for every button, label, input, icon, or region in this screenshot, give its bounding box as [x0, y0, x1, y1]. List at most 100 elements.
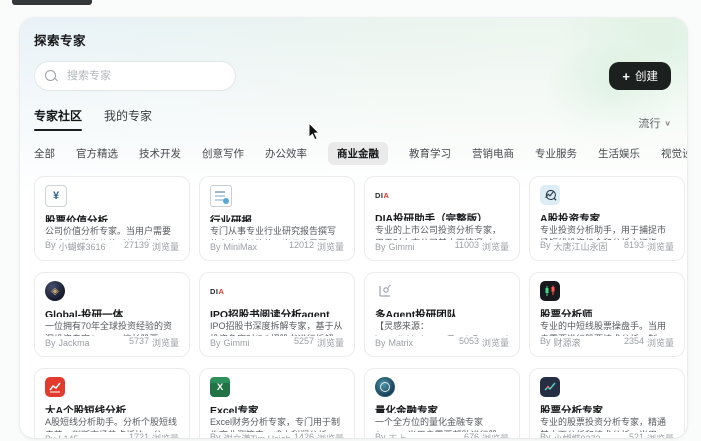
card-author: MiniMax: [223, 241, 258, 252]
chart-sketch-icon: [375, 281, 395, 301]
expert-card-grid: ¥ 股票价值分析 公司价值分析专家。当用户需要分析公司投资价值时使用此专家。请直…: [34, 176, 686, 438]
card-views: 2354 浏览量: [623, 336, 674, 348]
card-views: 12012 浏览量: [288, 240, 344, 252]
expert-card[interactable]: ¥ 股票价值分析 公司价值分析专家。当用户需要分析公司投资价值时使用此专家。请直…: [34, 176, 190, 261]
card-title: Excel专家: [210, 405, 259, 413]
expert-card[interactable]: 股票分析专家 专业的股票投资分析专家，精通基本面分析和技术分析。当用户需要分析股…: [529, 368, 685, 438]
category-business-finance[interactable]: 商业金融: [328, 142, 388, 165]
card-author: 小蝴蝶9273: [554, 432, 601, 438]
search-icon: [45, 70, 56, 81]
card-author: 大唐江山永固: [553, 242, 608, 252]
excel-green-icon: X: [210, 377, 230, 397]
card-views: 521浏览量: [628, 432, 674, 438]
card-description: 一位拥有70年全球投资经验的资深投资专家Agent。擅长股票、黄金、原油...: [45, 320, 177, 336]
value-stamp-icon: ¥: [45, 185, 67, 207]
card-author: 小蝴蝶3616: [58, 242, 106, 252]
card-description: 公司价值分析专家。当用户需要分析公司投资价值时使用此专家。请直接发...: [45, 225, 172, 240]
card-footer: By 小蝴蝶3616 27139 浏览量: [45, 240, 179, 252]
card-views: 676浏览量: [463, 432, 509, 438]
category-creative-writing[interactable]: 创意写作: [202, 146, 244, 161]
expert-card[interactable]: 股票分析师 专业的中短线股票操盘手。当用户需要进行股票技术分析、制定中短线交易.…: [529, 272, 685, 357]
candlestick-dark-icon: [540, 281, 560, 301]
card-title: 股票分析师: [540, 309, 593, 317]
card-title: A股投资专家: [540, 213, 601, 221]
card-title: IPO招股书阅读分析agent: [210, 309, 330, 317]
card-views: 1426浏览量: [293, 432, 344, 438]
category-marketing-ecommerce[interactable]: 营销电商: [472, 146, 514, 161]
category-education[interactable]: 教育学习: [409, 146, 451, 161]
kline-red-icon: [45, 377, 65, 397]
card-title: 行业研报: [210, 215, 252, 222]
card-title: 股票价值分析: [45, 215, 108, 222]
category-professional-services[interactable]: 专业服务: [535, 146, 577, 161]
card-description: 一个全方位的量化金融专家Agent。当用户需要帮助进行股票分析、市场数...: [375, 416, 507, 432]
expert-card[interactable]: 多Agent投研团队 【灵感来源： https://github.com/Tau…: [364, 272, 520, 357]
search-input-wrapper[interactable]: [34, 61, 236, 91]
category-all[interactable]: 全部: [34, 146, 55, 161]
card-views: 11003 浏览量: [454, 240, 509, 252]
globe-coin-icon: ◈: [45, 281, 65, 301]
expert-card[interactable]: DIA IPO招股书阅读分析agent IPO招股书深度拆解专家，基于从投资角度…: [199, 272, 355, 357]
card-footer: By Jackma 5737 浏览量: [45, 336, 179, 348]
card-footer: By Gimmi 11003 浏览量: [375, 240, 509, 252]
tab-my-experts[interactable]: 我的专家: [104, 107, 152, 131]
tabs-row: 专家社区 我的专家 流行 ∨: [34, 107, 687, 131]
card-description: 专业的中短线股票操盘手。当用户需要进行股票技术分析、制定中短线交易...: [540, 320, 667, 336]
card-title: 大A个股短线分析: [45, 405, 127, 413]
category-life-entertainment[interactable]: 生活娱乐: [598, 146, 640, 161]
card-description: 专门从事专业行业研究报告撰写的专家级智能体。当用户需要全面的市场分...: [210, 225, 337, 240]
industry-report-doc-icon: [210, 185, 232, 207]
expert-card[interactable]: A股投资专家 专业投资分析助手，用于捕捉市场短线投资机会和分析上证指数筹码变化。…: [529, 176, 685, 261]
dia-logo-icon: DI A: [210, 286, 225, 296]
card-description: IPO招股书深度拆解专家，基于从投资角度对IPO招股书进行拆解，快速提炼...: [210, 320, 343, 336]
category-office-productivity[interactable]: 办公效率: [265, 146, 307, 161]
card-author: 谢立潇Tim Hsieh: [224, 432, 291, 438]
card-author: 天上: [389, 432, 407, 438]
card-author: 财源滚: [553, 338, 581, 348]
card-title: 量化金融专家: [375, 405, 438, 413]
card-footer: ByL145 1721浏览量: [45, 432, 179, 438]
explore-experts-panel: 探索专家 + 创建 专家社区 我的专家 流行 ∨ 全部 官方精选: [20, 18, 687, 438]
card-views: 5737 浏览量: [128, 336, 179, 348]
search-row: + 创建: [34, 61, 687, 91]
expert-card[interactable]: 量化金融专家 一个全方位的量化金融专家Agent。当用户需要帮助进行股票分析、市…: [364, 368, 520, 438]
card-description: Excel财务分析专家，专门用于制作商业测算表、成本利润分析、投资回报计...: [210, 416, 341, 432]
card-footer: By Gimmi 5257 浏览量: [210, 336, 344, 348]
category-tech-dev[interactable]: 技术开发: [139, 146, 181, 161]
expert-card[interactable]: 大A个股短线分析 A股短线分析助手。分析个股短线走势、判断市场热点板块、分析涨停…: [34, 368, 190, 438]
tab-expert-community[interactable]: 专家社区: [34, 107, 83, 131]
card-footer: By 财源滚 2354 浏览量: [540, 336, 674, 348]
chevron-down-icon: ∨: [664, 118, 671, 127]
card-footer: By 大唐江山永固 8193 浏览量: [540, 240, 674, 252]
card-views: 5053 浏览量: [458, 336, 509, 348]
sort-label: 流行: [638, 118, 661, 130]
card-views: 5257 浏览量: [293, 336, 344, 348]
card-author: Jackma: [58, 337, 90, 348]
category-filter-bar: 全部 官方精选 技术开发 创意写作 办公效率 商业金融 教育学习 营销电商 专业…: [34, 142, 687, 165]
page-title: 探索专家: [34, 34, 87, 48]
search-input[interactable]: [65, 69, 219, 83]
category-visual-design[interactable]: 视觉设计: [661, 146, 687, 161]
card-title: DIA投研助手（完整版）: [375, 213, 488, 221]
create-button[interactable]: + 创建: [609, 62, 671, 90]
expert-card[interactable]: ◈ Global-投研一体 一位拥有70年全球投资经验的资深投资专家Agent。…: [34, 272, 190, 357]
background-window-edge: [12, 0, 92, 5]
magnifier-chart-icon: [540, 185, 560, 205]
expert-card[interactable]: DIA DIA投研助手（完整版） 专业的上市公司投资分析专家，用于对上市公司基本…: [364, 176, 520, 261]
sort-dropdown[interactable]: 流行 ∨: [638, 115, 671, 131]
card-author: Gimmi: [388, 241, 415, 252]
card-author: Matrix: [388, 337, 414, 348]
card-author: L145: [59, 434, 79, 439]
card-description: 专业的股票投资分析专家，精通基本面分析和技术分析。当用户需要分析股...: [540, 416, 667, 432]
card-description: A股短线分析助手。分析个股短线走势、判断市场热点板块、分析涨停板...: [45, 416, 178, 432]
card-footer: By小蝴蝶9273 521浏览量: [540, 432, 674, 438]
card-views: 27139 浏览量: [123, 240, 179, 252]
chart-navy-icon: [540, 377, 560, 397]
expert-card[interactable]: 行业研报 专门从事专业行业研究报告撰写的专家级智能体。当用户需要全面的市场分..…: [199, 176, 355, 261]
category-official-picks[interactable]: 官方精选: [76, 146, 118, 161]
dia-logo-icon: DI A: [375, 190, 390, 200]
card-title: Global-投研一体: [45, 309, 124, 317]
expert-card[interactable]: X Excel专家 Excel财务分析专家，专门用于制作商业测算表、成本利润分析…: [199, 368, 355, 438]
card-footer: By天上 676浏览量: [375, 432, 509, 438]
card-description: 专业的上市公司投资分析专家，用于对上市公司基本面情况（主营业务、行...: [375, 224, 502, 240]
